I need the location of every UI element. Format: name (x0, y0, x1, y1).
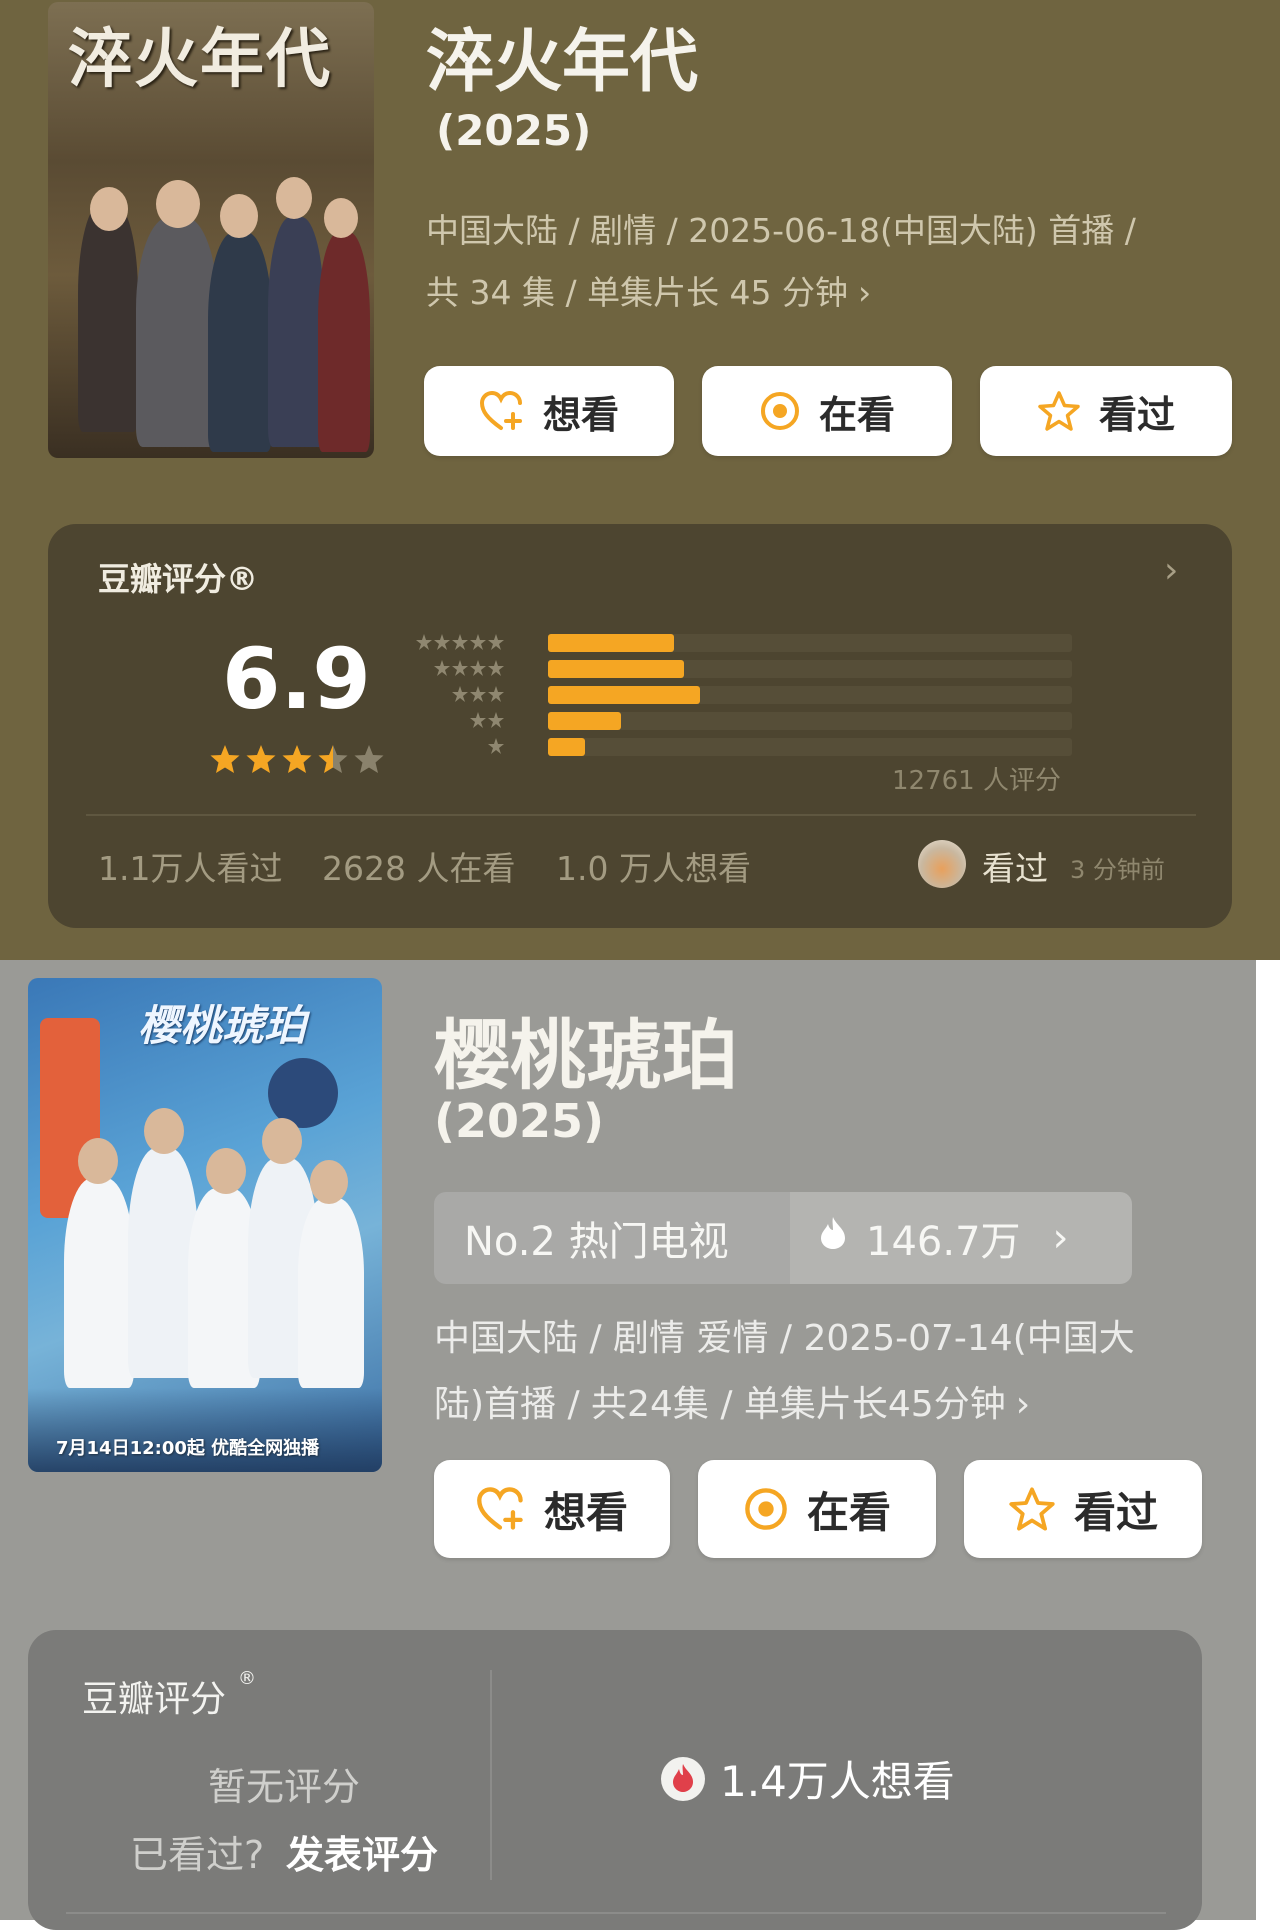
distribution-bar (548, 660, 685, 678)
watching-label: 在看 (818, 392, 895, 437)
poster-figure-head (262, 1118, 302, 1164)
poster-2[interactable]: 樱桃琥珀 7月14日12:00起 优酷全网独播 (28, 978, 382, 1472)
watched-label: 看过 (1098, 392, 1175, 437)
poster-figure-head (324, 198, 358, 238)
poster-title: 樱桃琥珀 (138, 1001, 307, 1050)
poster-1[interactable]: 淬火年代 (48, 2, 374, 458)
distribution-bar (548, 686, 700, 704)
registered-mark: ® (238, 1668, 256, 1689)
chevron-right-icon[interactable]: › (1164, 550, 1178, 591)
stat-want[interactable]: 1.0 万人想看 (556, 842, 751, 890)
rating-prompt: 已看过? (130, 1833, 265, 1877)
divider (490, 1670, 492, 1880)
watching-button[interactable]: 在看 (702, 366, 952, 456)
divider (66, 1912, 1166, 1914)
rating-card-2[interactable]: 豆瓣评分 ® 暂无评分 已看过? 发表评分 1.4万人想看 (28, 1630, 1202, 1930)
poster-figure (136, 217, 218, 447)
rating-count: 12761 人评分 (892, 766, 1061, 796)
heat-value: 146.7万 (866, 1219, 1021, 1265)
poster-title: 淬火年代 (68, 22, 332, 97)
target-icon (743, 1486, 789, 1532)
distribution-bar (548, 712, 622, 730)
chevron-right-icon: › (1052, 1215, 1069, 1261)
watched-button[interactable]: 看过 (964, 1460, 1202, 1558)
poster-figure (64, 1178, 134, 1388)
poster-figure-head (276, 177, 312, 219)
want-button[interactable]: 想看 (434, 1460, 670, 1558)
poster-figure-head (310, 1160, 348, 1204)
poster-figure-head (78, 1138, 118, 1184)
flame-icon (818, 1215, 848, 1261)
show-title: 樱桃琥珀 (434, 1011, 738, 1100)
watched-label: 看过 (1073, 1487, 1158, 1537)
distribution-track (548, 712, 1072, 730)
poster-figure-head (90, 187, 128, 231)
show-meta-line1: 中国大陆 / 剧情 爱情 / 2025-07-14(中国大 (434, 1318, 1135, 1359)
stat-watching[interactable]: 2628 人在看 (322, 842, 515, 890)
show-meta-line2-text: 陆)首播 / 共24集 / 单集片长45分钟 (434, 1384, 1006, 1425)
activity-action: 看过 (982, 849, 1048, 888)
chevron-right-icon: › (858, 273, 872, 312)
distribution-track (548, 686, 1072, 704)
rating-label: 豆瓣评分 (82, 1679, 227, 1720)
chevron-right-icon: › (1015, 1384, 1031, 1425)
poster-figure-head (206, 1148, 246, 1194)
distribution-bar (548, 634, 674, 652)
rating-status: 暂无评分 (208, 1765, 361, 1809)
star-outline-icon (1037, 390, 1081, 432)
rating-score: 6.9 (222, 630, 371, 728)
show-year: (2025) (436, 106, 592, 155)
want-label: 想看 (543, 1487, 628, 1537)
rank-banner[interactable]: No.2 热门电视 146.7万 › (434, 1192, 1132, 1284)
heat-box: 146.7万 › (790, 1192, 1132, 1284)
show-year: (2025) (434, 1094, 605, 1148)
rating-card[interactable]: 豆瓣评分® › 6.9 12761 人评分 1.1万人看过 2628 人在看 1… (48, 524, 1232, 928)
heart-plus-icon (479, 390, 525, 432)
flame-icon (660, 1756, 706, 1802)
rating-distribution (548, 634, 1072, 764)
rate-link[interactable]: 发表评分 (286, 1824, 438, 1879)
show-section-1: 淬火年代 淬火年代 (2025) 中国大陆 / 剧情 / 2025-06-18(… (0, 0, 1280, 960)
avatar[interactable] (918, 840, 966, 888)
watching-button[interactable]: 在看 (698, 1460, 936, 1558)
want-count[interactable]: 1.4万人想看 (660, 1748, 955, 1809)
poster-figure (78, 202, 138, 432)
rank-label: No.2 热门电视 (434, 1192, 790, 1284)
distribution-bar (548, 738, 585, 756)
heart-plus-icon (476, 1486, 526, 1532)
poster-figure (208, 232, 272, 452)
want-button[interactable]: 想看 (424, 366, 674, 456)
stat-watched[interactable]: 1.1万人看过 (98, 842, 282, 890)
poster-figure (268, 217, 324, 447)
poster-figure (298, 1198, 364, 1388)
divider (86, 814, 1196, 816)
want-count-text: 1.4万人想看 (720, 1757, 955, 1806)
rating-stars (210, 744, 386, 780)
poster-figure (318, 232, 370, 452)
show-meta-line2[interactable]: 共 34 集 / 单集片长 45 分钟 › (426, 262, 871, 324)
show-meta-line1: 中国大陆 / 剧情 / 2025-06-18(中国大陆) 首播 / (426, 211, 1136, 250)
distribution-track (548, 634, 1072, 652)
poster-caption: 7月14日12:00起 优酷全网独播 (56, 1438, 320, 1459)
show-meta-line2[interactable]: 陆)首播 / 共24集 / 单集片长45分钟 › (434, 1372, 1030, 1438)
show-title: 淬火年代 (426, 23, 699, 102)
target-icon (759, 390, 801, 432)
star-outline-icon (1008, 1486, 1056, 1532)
distribution-track (548, 738, 1072, 756)
rating-label: 豆瓣评分® (98, 560, 259, 598)
show-meta-line2-text: 共 34 集 / 单集片长 45 分钟 (426, 273, 849, 312)
poster-figure-head (144, 1108, 184, 1154)
watched-button[interactable]: 看过 (980, 366, 1232, 456)
poster-figure-head (220, 194, 258, 238)
activity-time: 3 分钟前 (1070, 856, 1165, 884)
watching-label: 在看 (806, 1487, 891, 1537)
poster-figure-head (156, 180, 200, 228)
distribution-track (548, 660, 1072, 678)
want-label: 想看 (542, 392, 619, 437)
